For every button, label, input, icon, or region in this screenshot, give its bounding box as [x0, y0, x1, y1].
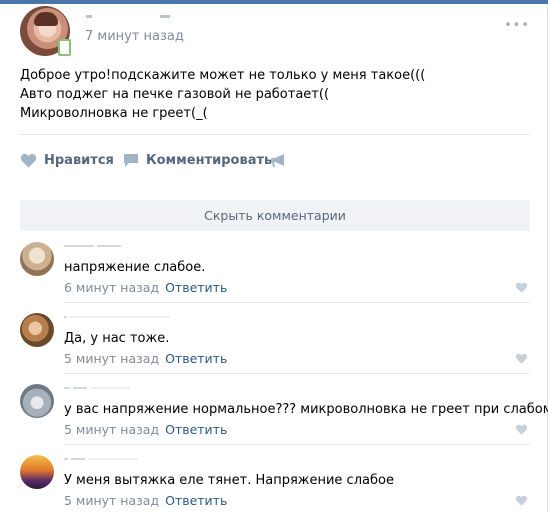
comment-meta: 5 минут назад Ответить: [64, 351, 227, 366]
comment-meta: 5 минут назад Ответить: [64, 493, 227, 508]
top-accent-bar: [0, 0, 548, 4]
comment-time[interactable]: 5 минут назад: [64, 422, 159, 437]
heart-icon: [20, 153, 37, 167]
divider: [64, 373, 530, 374]
comment-time[interactable]: 6 минут назад: [64, 280, 159, 295]
like-button[interactable]: Нравится: [20, 150, 114, 170]
post-text-line: Доброе утро!подскажите может не только у…: [20, 68, 426, 83]
divider: [20, 134, 530, 135]
megaphone-icon: [271, 153, 284, 167]
post-actions: Нравится Комментировать: [20, 150, 530, 170]
reply-link[interactable]: Ответить: [165, 351, 227, 366]
hide-comments-button[interactable]: Скрыть комментарии: [20, 200, 530, 231]
commenter-avatar[interactable]: [20, 384, 54, 418]
commenter-name-obscured[interactable]: [64, 316, 184, 320]
more-dots-icon[interactable]: •••: [504, 18, 530, 33]
commenter-name-obscured[interactable]: [64, 387, 184, 391]
comment-time[interactable]: 5 минут назад: [64, 351, 159, 366]
comment-meta: 5 минут назад Ответить: [64, 422, 227, 437]
commenter-avatar[interactable]: [20, 313, 54, 347]
post-text-line: Микроволновка не греет(_(: [20, 106, 208, 121]
heart-icon[interactable]: [515, 424, 528, 435]
commenter-name-obscured[interactable]: [64, 245, 184, 249]
speech-bubble-icon: [124, 153, 138, 167]
comment-item: у вас напряжение нормальное??? микроволн…: [20, 384, 548, 446]
share-button[interactable]: [270, 150, 294, 170]
reply-link[interactable]: Ответить: [165, 280, 227, 295]
comment-text: у вас напряжение нормальное??? микроволн…: [64, 402, 548, 417]
post-header: 7 минут назад •••: [20, 6, 536, 56]
comment-meta: 6 минут назад Ответить: [64, 280, 227, 295]
comment-text: Да, у нас тоже.: [64, 331, 170, 346]
comment-label: Комментировать: [146, 152, 273, 168]
heart-icon[interactable]: [515, 495, 528, 506]
comment-item: напряжение слабое. 6 минут назад Ответить: [20, 242, 530, 304]
post-text-line: Авто поджег на печке газовой не работает…: [20, 87, 330, 102]
comment-button[interactable]: Комментировать: [123, 150, 272, 170]
author-name-obscured[interactable]: [86, 15, 186, 21]
reply-link[interactable]: Ответить: [165, 422, 227, 437]
comment-text: напряжение слабое.: [64, 260, 206, 275]
reply-link[interactable]: Ответить: [165, 493, 227, 508]
comment-item: У меня вытяжка еле тянет. Напряжение сла…: [20, 455, 530, 517]
commenter-avatar[interactable]: [20, 455, 54, 489]
post-text: Доброе утро!подскажите может не только у…: [20, 66, 530, 123]
comment-item: Да, у нас тоже. 5 минут назад Ответить: [20, 313, 530, 375]
post-time[interactable]: 7 минут назад: [85, 29, 184, 44]
heart-icon[interactable]: [515, 353, 528, 364]
phone-icon: [58, 39, 71, 56]
like-label: Нравится: [44, 152, 114, 168]
comment-time[interactable]: 5 минут назад: [64, 493, 159, 508]
comment-text: У меня вытяжка еле тянет. Напряжение сла…: [64, 473, 394, 488]
heart-icon[interactable]: [515, 282, 528, 293]
divider: [64, 302, 530, 303]
divider: [64, 444, 530, 445]
commenter-avatar[interactable]: [20, 242, 54, 276]
commenter-name-obscured[interactable]: [64, 458, 184, 462]
